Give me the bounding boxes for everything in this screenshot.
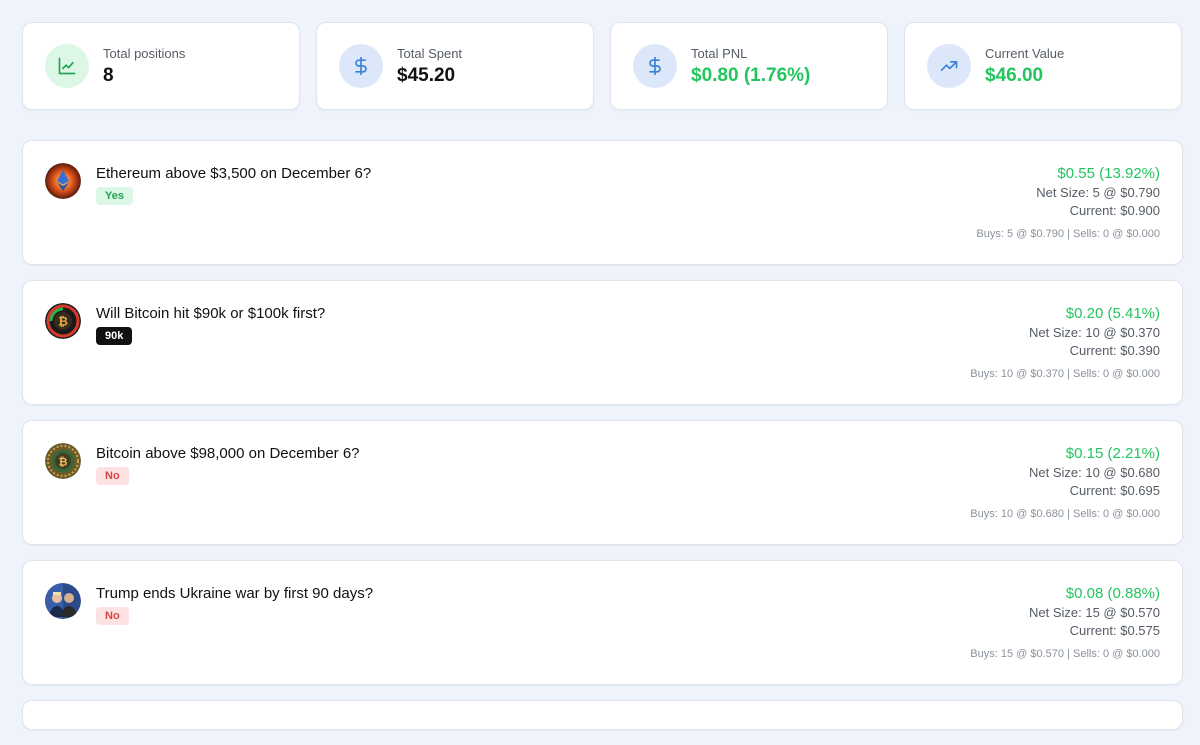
ethereum-avatar (45, 163, 81, 199)
position-stats: $0.20 (5.41%) Net Size: 10 @ $0.370 Curr… (970, 305, 1160, 380)
svg-text:₿: ₿ (59, 456, 68, 469)
position-trades: Buys: 10 @ $0.370 | Sells: 0 @ $0.000 (970, 368, 1160, 380)
outcome-badge: Yes (96, 187, 133, 205)
stat-total-positions: Total positions 8 (22, 22, 300, 110)
position-net-size: Net Size: 10 @ $0.680 (1029, 465, 1160, 480)
stat-value: $0.80 (1.76%) (691, 64, 811, 86)
outcome-badge: No (96, 467, 129, 485)
svg-text:₿: ₿ (58, 315, 68, 329)
position-net-size: Net Size: 15 @ $0.570 (1029, 605, 1160, 620)
stat-label: Current Value (985, 45, 1065, 61)
stat-label: Total PNL (691, 45, 748, 61)
position-title[interactable]: Bitcoin above $98,000 on December 6? (96, 445, 360, 462)
position-stats: $0.55 (13.92%) Net Size: 5 @ $0.790 Curr… (976, 165, 1160, 240)
position-card[interactable]: Ethereum above $3,500 on December 6? Yes… (22, 140, 1183, 265)
stats-row: Total positions 8 Total Spent $45.20 Tot… (22, 22, 1182, 110)
outcome-badge: No (96, 607, 129, 625)
position-card[interactable]: Trump ends Ukraine war by first 90 days?… (22, 560, 1183, 685)
position-stats: $0.15 (2.21%) Net Size: 10 @ $0.680 Curr… (970, 445, 1160, 520)
people-avatar (45, 583, 81, 619)
stat-total-pnl: Total PNL $0.80 (1.76%) (610, 22, 888, 110)
line-chart-icon (45, 44, 89, 88)
trending-up-icon (927, 44, 971, 88)
position-title[interactable]: Trump ends Ukraine war by first 90 days? (96, 585, 373, 602)
stat-label: Total Spent (397, 45, 463, 61)
bitcoin-coin-avatar: ₿ (45, 443, 81, 479)
position-current: Current: $0.900 (1069, 203, 1160, 218)
outcome-badge: 90k (96, 327, 133, 345)
position-current: Current: $0.390 (1069, 343, 1160, 358)
position-pnl: $0.15 (2.21%) (1065, 445, 1160, 462)
stat-current-value: Current Value $46.00 (904, 22, 1182, 110)
position-trades: Buys: 5 @ $0.790 | Sells: 0 @ $0.000 (976, 228, 1160, 240)
position-trades: Buys: 15 @ $0.570 | Sells: 0 @ $0.000 (970, 648, 1160, 660)
stat-total-spent: Total Spent $45.20 (316, 22, 594, 110)
position-net-size: Net Size: 5 @ $0.790 (1036, 185, 1160, 200)
position-card[interactable]: ₿ Will Bitcoin hit $90k or $100k first? … (22, 280, 1183, 405)
position-stats: $0.08 (0.88%) Net Size: 15 @ $0.570 Curr… (970, 585, 1160, 660)
dollar-icon (633, 44, 677, 88)
position-card[interactable]: ₿ Bitcoin above $98,000 on December 6? N… (22, 420, 1183, 545)
position-title[interactable]: Will Bitcoin hit $90k or $100k first? (96, 305, 325, 322)
bitcoin-avatar: ₿ (45, 303, 81, 339)
position-net-size: Net Size: 10 @ $0.370 (1029, 325, 1160, 340)
position-card[interactable] (22, 700, 1183, 730)
position-pnl: $0.20 (5.41%) (1065, 305, 1160, 322)
position-current: Current: $0.695 (1069, 483, 1160, 498)
stat-value: $45.20 (397, 64, 456, 86)
position-title[interactable]: Ethereum above $3,500 on December 6? (96, 165, 371, 182)
dollar-icon (339, 44, 383, 88)
stat-value: $46.00 (985, 64, 1044, 86)
stat-label: Total positions (103, 45, 186, 61)
positions-list: Ethereum above $3,500 on December 6? Yes… (22, 140, 1183, 745)
position-current: Current: $0.575 (1069, 623, 1160, 638)
position-pnl: $0.08 (0.88%) (1065, 585, 1160, 602)
position-trades: Buys: 10 @ $0.680 | Sells: 0 @ $0.000 (970, 508, 1160, 520)
position-pnl: $0.55 (13.92%) (1057, 165, 1160, 182)
stat-value: 8 (103, 64, 114, 86)
